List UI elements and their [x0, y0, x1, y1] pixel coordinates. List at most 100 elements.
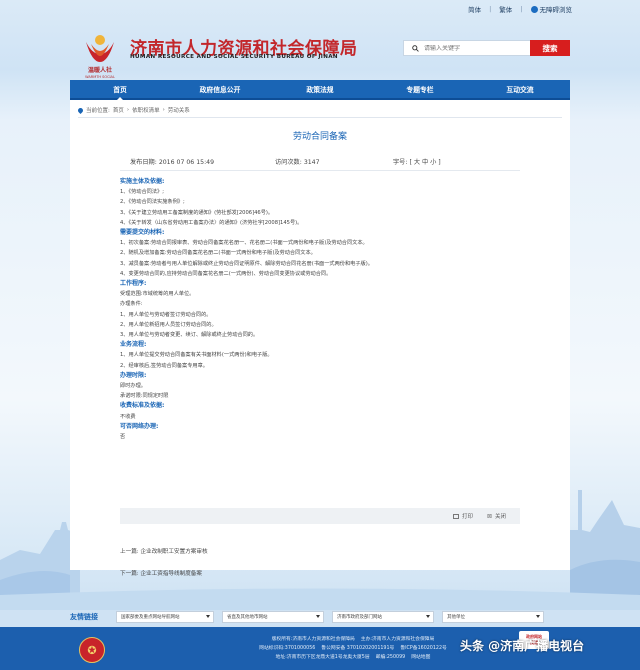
divider — [120, 170, 520, 171]
section-heading: 业务流程: — [120, 341, 147, 349]
separator: | — [489, 5, 492, 13]
separator: | — [520, 5, 523, 13]
breadcrumb-item[interactable]: 依职权清单 — [132, 106, 160, 114]
publish-info: 发布日期: 2016 07 06 15:49 — [130, 157, 275, 166]
nav-label: 首页 — [113, 86, 127, 94]
body-line: 不收费 — [120, 413, 136, 420]
fontsize-label: 字号: — [393, 159, 408, 166]
body-line: 1、用人单位提交劳动合同备案有关书面材料(一式两份)和电子版。 — [120, 352, 273, 359]
fontsize-options[interactable]: [ 大 中 小 ] — [409, 159, 440, 166]
prev-article-link[interactable]: 企业改制职工安置方案审核 — [140, 549, 207, 555]
nav-policy[interactable]: 政策法规 — [270, 80, 370, 98]
links-select-ministries[interactable]: 国家部委及重点网站导航网站 — [116, 611, 214, 623]
body-line: 1、用人单位与劳动者签订劳动合同的。 — [120, 311, 212, 318]
footer-host: 主办:济南市人力资源和社会保障局 — [360, 637, 435, 642]
body-line: 受理范围:市域统筹的用人单位。 — [120, 291, 195, 298]
footer-police-record[interactable]: 鲁公网安备 37010202001191号 — [321, 644, 394, 653]
nav-label: 政府信息公开 — [199, 86, 241, 94]
chevron-down-icon — [426, 615, 430, 618]
breadcrumb-prefix: 当前位置: — [86, 108, 110, 114]
location-pin-icon — [76, 106, 85, 114]
body-line: 2、经审核后,签劳动合同备案专用章。 — [120, 362, 208, 369]
body-line: 3、减员备案:劳动者与用人单位解除或终止劳动合同证明原件、解除劳动合同花名册(书… — [120, 260, 373, 267]
body-line: 4、《关于转发〈山东省劳动用工备案办法〉的通知》(济劳社字[2008]145号)… — [120, 219, 303, 226]
chevron-down-icon — [316, 615, 320, 618]
breadcrumb-separator: › — [126, 107, 130, 113]
prev-next-nav: 上一篇: 企业改制职工安置方案审核 下一篇: 企业工资指导线制度备案 — [120, 541, 208, 585]
links-select-province[interactable]: 省直及其他地市网站 — [222, 611, 324, 623]
font-size-control: 字号: [ 大 中 小 ] — [393, 157, 441, 166]
bureau-logo-icon[interactable] — [82, 28, 118, 64]
publish-date: 2016 07 06 15:49 — [158, 159, 215, 166]
footer-site-code: 网站标识码:3701000056 — [259, 646, 316, 651]
body-line: 2、随机及增加备案:劳动合同备案花名册二(书面一式两份和电子版)及劳动合同文本。 — [120, 250, 316, 257]
body-line: 1、初次备案:劳动合同报审表、劳动合同备案花名册一、花名册二(书面一式两份和电子… — [120, 240, 368, 247]
party-emblem-icon[interactable]: ✪ — [79, 637, 105, 663]
search-input[interactable] — [424, 44, 524, 52]
close-label: 关闭 — [494, 514, 506, 520]
friendly-links-label: 友情链接 — [70, 613, 98, 621]
publish-label: 发布日期: — [130, 159, 157, 166]
views-label: 访问次数: — [275, 159, 302, 166]
search-button[interactable]: 搜索 — [530, 40, 570, 56]
section-heading: 需要提交的材料: — [120, 229, 165, 237]
links-select-city[interactable]: 济南市政府及部门网站 — [332, 611, 434, 623]
nav-label: 政策法规 — [306, 86, 334, 94]
article-body: 实施主体及依据: 1、《劳动合同法》; 2、《劳动合同法实施条例》; 3、《关于建立劳… — [120, 177, 540, 442]
breadcrumb-separator: › — [162, 107, 165, 113]
breadcrumb-item[interactable]: 劳动关系 — [168, 106, 190, 114]
body-line: 3、《关于建立劳动用工备案制度的通知》(劳社部发[2006]46号)。 — [120, 209, 274, 216]
watermark: 头条 @济南广播电视台 — [460, 639, 585, 653]
views-info: 访问次数: 3147 — [275, 157, 393, 166]
footer-icp[interactable]: 鲁ICP备16020122号 — [400, 644, 446, 653]
nav-home[interactable]: 首页 — [70, 80, 170, 100]
site-title-en: HUMAN RESOURCE AND SOCIAL SECURITY BUREA… — [130, 54, 338, 60]
traditional-link[interactable]: 繁体 — [499, 4, 512, 14]
nav-interaction[interactable]: 互动交流 — [470, 80, 570, 98]
search-icon — [412, 44, 419, 52]
nav-label: 互动交流 — [506, 86, 534, 94]
footer-row: 地址:济南市历下区龙鼎大道1号龙奥大厦5层 邮编:250099 网站地图 — [193, 653, 513, 662]
barrier-free-link[interactable]: 无障碍浏览 — [530, 4, 573, 14]
nav-gov-info[interactable]: 政府信息公开 — [170, 80, 270, 98]
body-line: 即时办理。 — [120, 383, 146, 390]
nav-topics[interactable]: 专题专栏 — [370, 80, 470, 98]
select-value: 其他单位 — [447, 615, 465, 620]
views-count: 3147 — [303, 159, 320, 166]
body-line: 1、《劳动合同法》; — [120, 189, 164, 196]
search-box — [403, 40, 531, 56]
select-value: 省直及其他地市网站 — [227, 615, 268, 620]
site-header: 温暖人社 WARMTH SOCIAL 济南市人力资源和社会保障局 HUMAN R… — [0, 18, 640, 80]
prev-article: 上一篇: 企业改制职工安置方案审核 — [120, 541, 208, 563]
body-line: 3、用人单位与劳动者变更、续订、解除或终止劳动合同的。 — [120, 332, 259, 339]
divider — [78, 117, 562, 118]
section-heading: 办理时限: — [120, 371, 147, 379]
chevron-down-icon — [536, 615, 540, 618]
next-label: 下一篇: — [120, 571, 139, 577]
footer-address: 地址:济南市历下区龙鼎大道1号龙奥大厦5层 — [275, 655, 370, 660]
accessibility-icon — [530, 5, 538, 13]
close-button[interactable]: ⊠ 关闭 — [487, 512, 506, 521]
nav-label: 专题专栏 — [406, 86, 434, 94]
next-article-link[interactable]: 企业工资指导线制度备案 — [140, 571, 202, 577]
section-heading: 实施主体及依据: — [120, 178, 165, 185]
article-tools: 打印 ⊠ 关闭 — [120, 508, 520, 524]
footer-copyright: 版权所有:济南市人力资源和社会保障局 — [271, 637, 355, 642]
links-select-other[interactable]: 其他单位 — [442, 611, 544, 623]
logo-name: 温暖人社 — [87, 67, 112, 74]
print-button[interactable]: 打印 — [452, 512, 473, 520]
breadcrumb: 当前位置: 首页 › 依职权清单 › 劳动关系 — [76, 106, 190, 114]
chevron-down-icon — [206, 615, 210, 618]
article-panel: 当前位置: 首页 › 依职权清单 › 劳动关系 劳动合同备案 发布日期: 201… — [70, 100, 570, 577]
body-line: 4、变更劳动合同的,应持劳动合同备案花名册二(一式两份)、劳动合同变更协议或劳动… — [120, 270, 332, 277]
footer-sitemap-link[interactable]: 网站地图 — [411, 653, 430, 662]
select-value: 国家部委及重点网站导航网站 — [121, 615, 180, 620]
body-line: 办理条件: — [120, 301, 143, 308]
article-meta: 发布日期: 2016 07 06 15:49 访问次数: 3147 字号: [ … — [130, 157, 510, 166]
main-nav: 首页 政府信息公开 政策法规 专题专栏 互动交流 — [70, 80, 570, 100]
footer-postcode: 邮编:250099 — [375, 655, 406, 660]
breadcrumb-item[interactable]: 首页 — [113, 106, 124, 114]
simplified-link[interactable]: 简体 — [468, 4, 481, 14]
barrier-free-label: 无障碍浏览 — [539, 6, 573, 14]
top-utility-bar: 简体 | 繁体 | 无障碍浏览 — [0, 0, 640, 18]
